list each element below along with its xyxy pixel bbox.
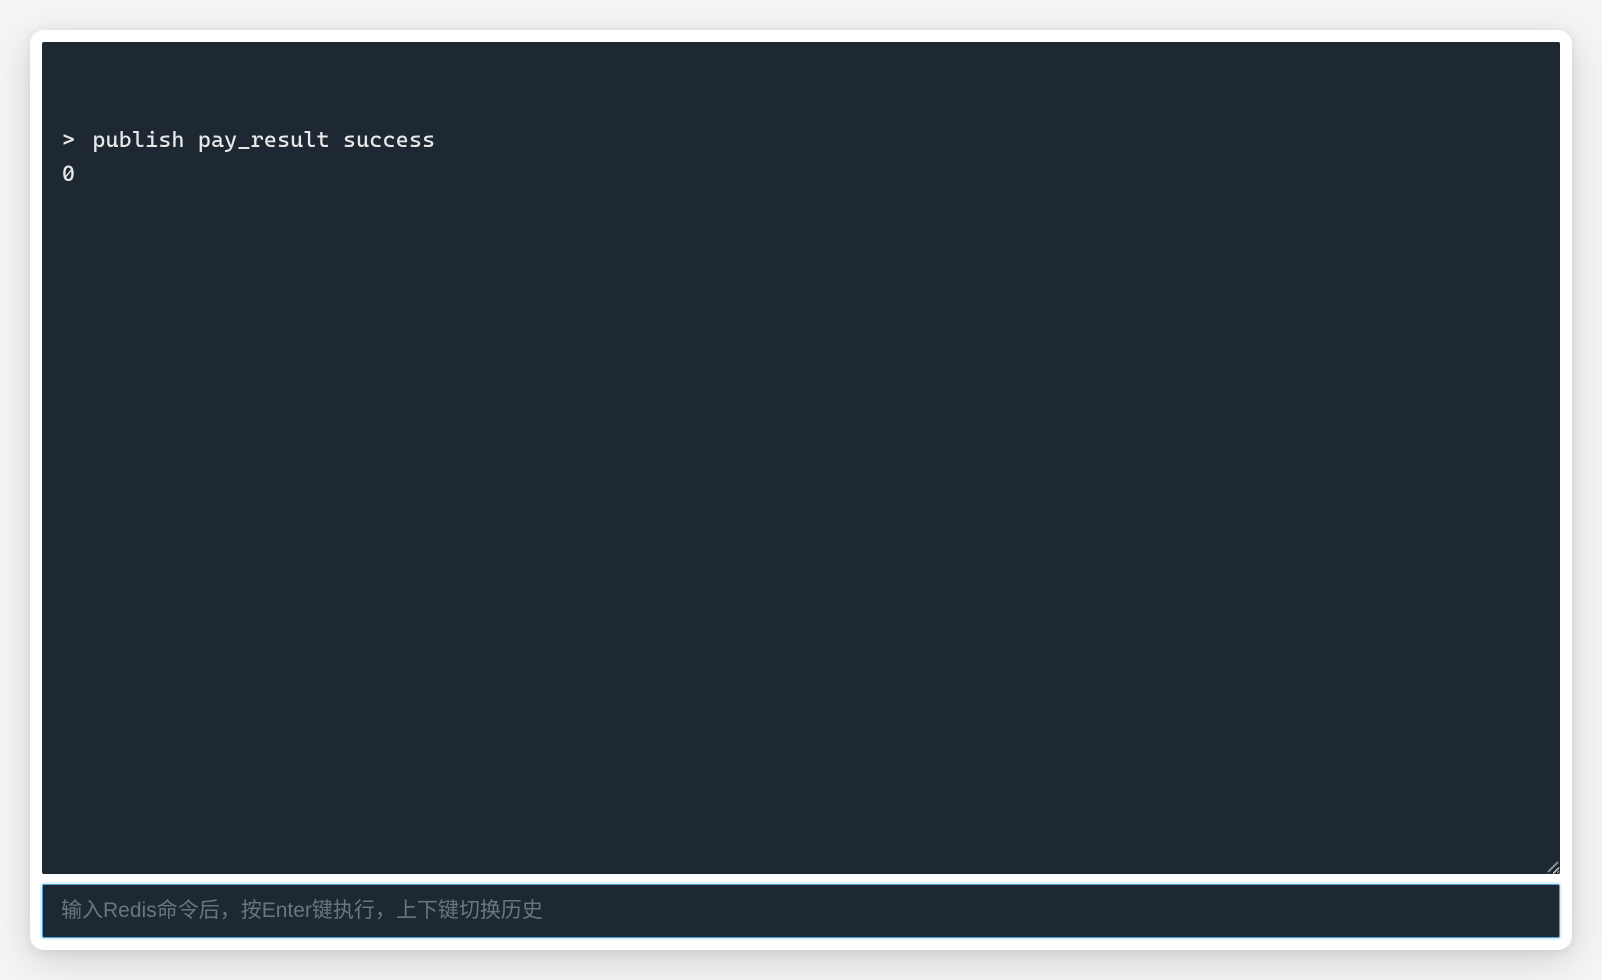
resize-handle-icon[interactable] xyxy=(1542,856,1558,872)
prompt-symbol: > xyxy=(62,128,75,153)
command-line: > publish pay_result success xyxy=(62,124,1540,158)
command-result: 0 xyxy=(62,158,1540,192)
command-text: publish pay_result success xyxy=(92,128,435,153)
redis-command-input[interactable] xyxy=(42,884,1560,938)
terminal-output-panel[interactable]: > publish pay_result success0 xyxy=(42,42,1560,874)
redis-terminal-container: > publish pay_result success0 xyxy=(30,30,1572,950)
